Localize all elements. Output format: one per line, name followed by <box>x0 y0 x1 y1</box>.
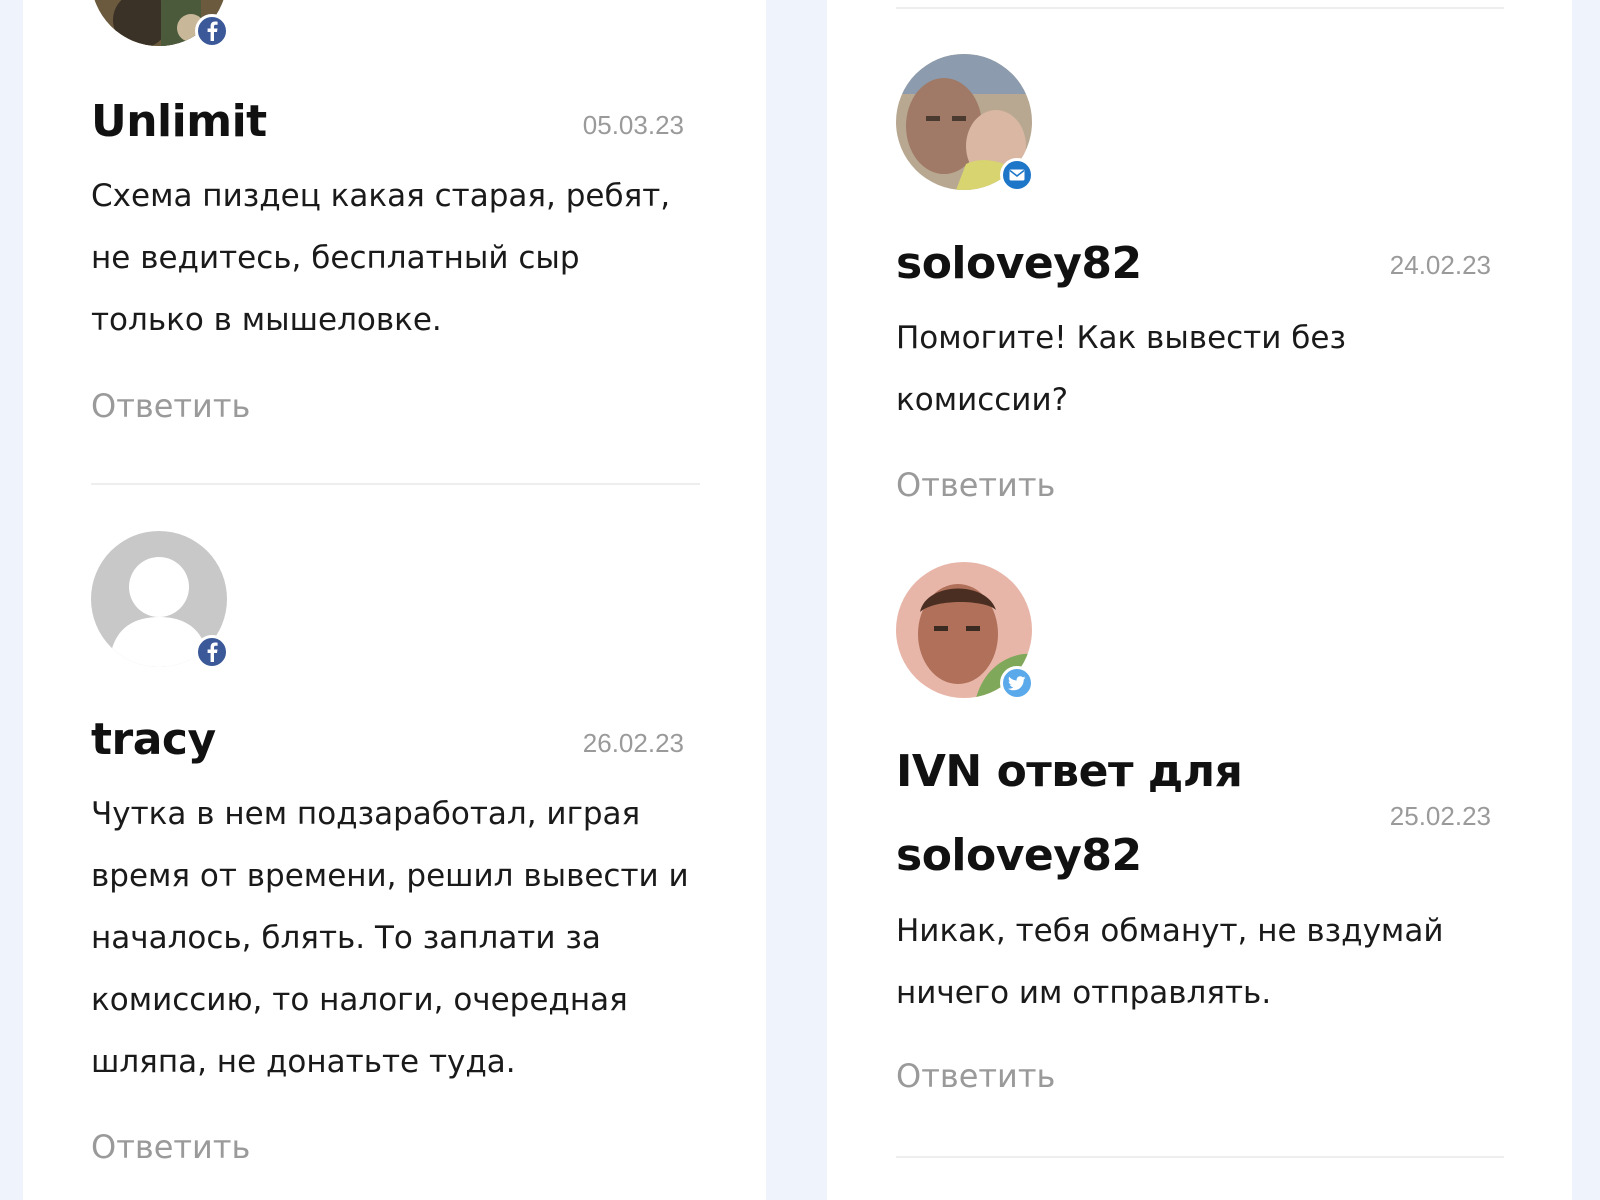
comments-column-right: solovey82 24.02.23 Помогите! Как вывести… <box>827 0 1572 1200</box>
facebook-icon <box>195 14 229 48</box>
comment-date: 05.03.23 <box>582 110 684 140</box>
reply-button[interactable]: Ответить <box>896 466 1055 504</box>
comment-divider <box>91 483 700 485</box>
mail-icon <box>1000 158 1034 192</box>
comment-author[interactable]: IVN ответ для solovey82 <box>896 730 1316 898</box>
comment-author[interactable]: Unlimit <box>91 80 267 164</box>
comment-text: Помогите! Как вывести без комиссии? <box>896 320 1346 418</box>
avatar[interactable] <box>91 531 229 669</box>
reply-button[interactable]: Ответить <box>91 1128 250 1166</box>
facebook-icon <box>195 635 229 669</box>
comments-column-left: Unlimit 05.03.23 Схема пиздец какая стар… <box>23 0 766 1200</box>
avatar[interactable] <box>91 0 229 48</box>
comment-text: Схема пиздец какая старая, ребят, не вед… <box>91 178 671 338</box>
comment-author[interactable]: solovey82 <box>896 222 1142 306</box>
comment-divider <box>896 1156 1504 1158</box>
reply-button[interactable]: Ответить <box>91 387 250 425</box>
comment-text: Никак, тебя обманут, не вздумай ничего и… <box>896 913 1444 1011</box>
comment-divider <box>896 7 1504 9</box>
reply-button[interactable]: Ответить <box>896 1057 1055 1095</box>
comment-date: 26.02.23 <box>582 728 684 758</box>
avatar[interactable] <box>896 54 1034 192</box>
avatar[interactable] <box>896 562 1034 700</box>
comment-date: 25.02.23 <box>1389 801 1491 831</box>
comment-date: 24.02.23 <box>1389 250 1491 280</box>
twitter-icon <box>1000 666 1034 700</box>
comment-author[interactable]: tracy <box>91 698 216 782</box>
comment-text: Чутка в нем подзаработал, играя время от… <box>91 796 689 1080</box>
